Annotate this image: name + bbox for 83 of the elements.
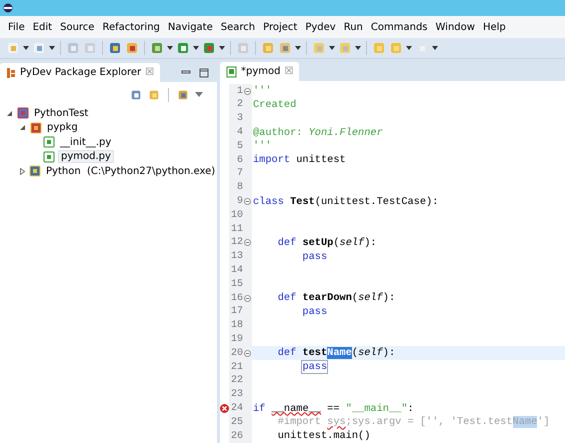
menu-item[interactable]: File <box>4 22 29 32</box>
maximize-icon[interactable] <box>199 68 209 78</box>
code-line: @author: Yoni.Flenner <box>252 126 383 139</box>
dropdown-caret-icon[interactable] <box>295 46 301 50</box>
fold-icon[interactable] <box>244 198 251 206</box>
line-number: 14 <box>230 265 243 276</box>
dropdown-caret-icon[interactable] <box>49 46 55 50</box>
line-number: 6 <box>236 154 243 166</box>
line-number: 8 <box>236 182 243 194</box>
code-line: pass <box>301 306 328 318</box>
menu-item[interactable]: Help <box>478 22 510 32</box>
menu-item[interactable]: Pydev <box>301 22 340 32</box>
app-logo-icon <box>3 3 13 13</box>
code-line: unittest.main() <box>276 430 370 442</box>
dropdown-caret-icon[interactable] <box>167 46 173 50</box>
line-number: 5 <box>236 140 243 152</box>
fold-icon[interactable] <box>244 350 251 357</box>
line-number: 3 <box>236 113 243 124</box>
code-line: import unittest <box>252 154 346 166</box>
code-line: #import sys;sys.argv = ['', 'Test.testName'] <box>276 416 550 428</box>
menu-item[interactable]: Commands <box>366 22 432 32</box>
code-line: ''' <box>252 140 272 152</box>
code-line: def tearDown(self): <box>276 292 396 304</box>
line-number: 10 <box>230 210 243 221</box>
code-line: Created <box>252 98 296 111</box>
menu-item[interactable]: Run <box>340 22 367 32</box>
code-line: ''' <box>252 85 272 98</box>
dropdown-caret-icon[interactable] <box>355 46 361 50</box>
code-line: pass <box>301 250 328 263</box>
line-number: 24 <box>230 403 243 414</box>
line-number: 21 <box>230 362 243 373</box>
menu-item[interactable]: Edit <box>28 22 56 32</box>
line-number: 11 <box>230 224 243 235</box>
editor-tab[interactable]: *pymod ☒ <box>220 62 300 82</box>
line-number: 9 <box>236 196 243 208</box>
tree-item[interactable]: PythonTest <box>32 108 90 119</box>
code-line: pass <box>301 361 328 374</box>
line-number: 4 <box>236 127 243 138</box>
code-line: class Test(unittest.TestCase): <box>252 196 438 208</box>
dropdown-caret-icon[interactable] <box>23 46 29 50</box>
dropdown-caret-icon[interactable] <box>329 46 335 50</box>
line-number: 22 <box>230 375 243 386</box>
line-number: 19 <box>230 334 243 346</box>
menu-item[interactable]: Navigate <box>164 22 217 32</box>
code-line: def testName(self): <box>276 347 396 360</box>
tree-item[interactable]: pypkg <box>45 122 80 134</box>
tree-item[interactable]: Python (C:\Python27\python.exe) <box>44 166 218 177</box>
menu-item[interactable]: Window <box>432 22 479 32</box>
line-number: 7 <box>236 168 243 180</box>
line-number: 18 <box>230 320 243 332</box>
line-number: 12 <box>230 237 243 248</box>
line-number: 25 <box>230 416 243 428</box>
menu-item[interactable]: Project <box>259 22 302 32</box>
close-tab-button[interactable]: ☒ <box>145 67 154 78</box>
view-tab[interactable]: PyDev Package Explorer ☒ <box>0 63 160 82</box>
line-number: 2 <box>236 99 243 110</box>
line-number: 1 <box>236 86 243 97</box>
line-number: 26 <box>230 430 243 442</box>
collapsed-arrow-icon[interactable] <box>19 168 26 175</box>
line-number: 15 <box>230 278 243 290</box>
line-number: 13 <box>230 251 243 262</box>
dropdown-caret-icon[interactable] <box>219 46 225 50</box>
view-menu-icon[interactable] <box>195 92 203 98</box>
fold-icon[interactable] <box>244 239 251 246</box>
expanded-arrow-icon[interactable] <box>6 110 13 117</box>
line-number: 16 <box>230 292 243 304</box>
dropdown-caret-icon[interactable] <box>193 46 199 50</box>
tree-item[interactable]: __init__.py <box>58 136 114 148</box>
line-number: 17 <box>230 306 243 318</box>
menu-item[interactable]: Search <box>216 22 260 32</box>
code-line: def setUp(self): <box>276 236 377 249</box>
tree-item[interactable]: pymod.py <box>58 150 114 164</box>
fold-icon[interactable] <box>244 88 251 95</box>
expanded-arrow-icon[interactable] <box>19 124 26 132</box>
code-line: if __name__ == "__main__": <box>252 402 414 414</box>
view-title: PyDev Package Explorer <box>20 67 142 78</box>
dropdown-caret-icon[interactable] <box>432 46 438 50</box>
line-number: 20 <box>230 348 243 359</box>
menu-item[interactable]: Refactoring <box>98 22 164 32</box>
line-number: 23 <box>230 389 243 400</box>
menu-item[interactable]: Source <box>56 22 98 32</box>
dropdown-caret-icon[interactable] <box>406 46 412 50</box>
fold-icon[interactable] <box>244 294 251 302</box>
